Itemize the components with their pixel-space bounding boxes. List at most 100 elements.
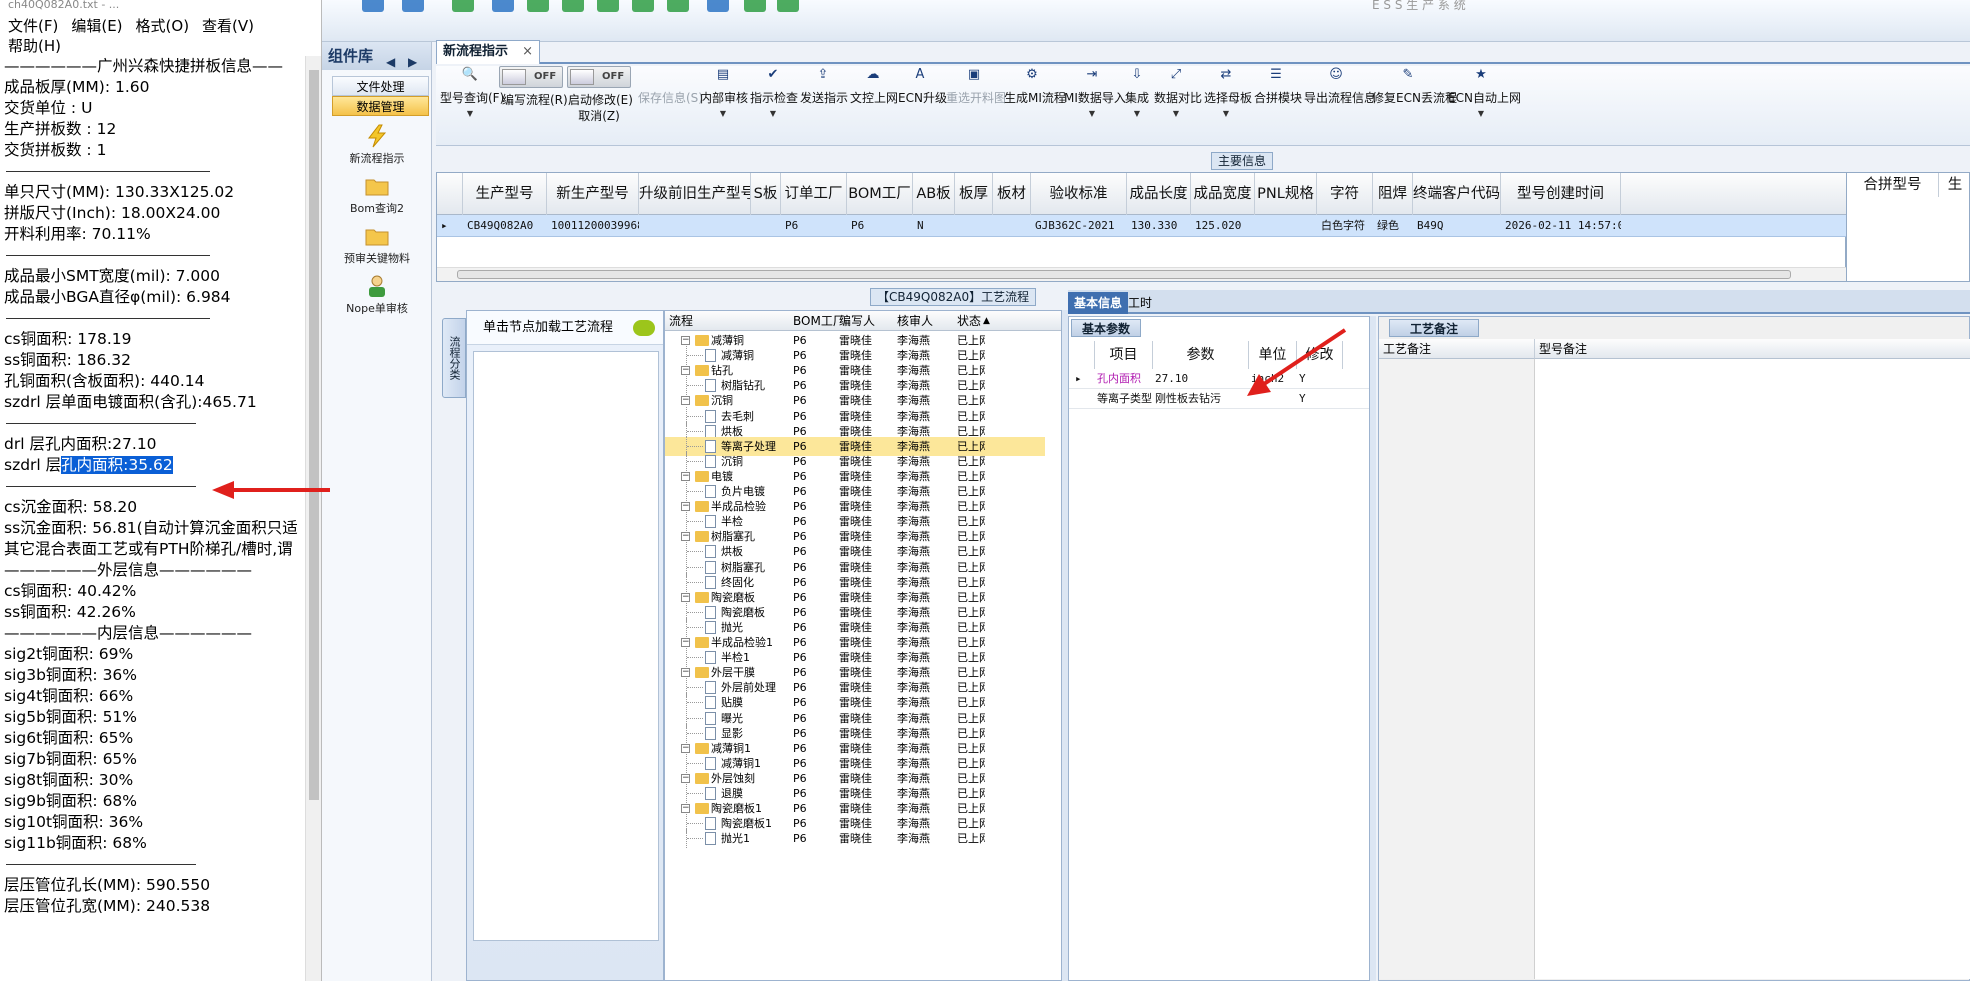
ribbon-button[interactable]: 保存信息(S) [638, 68, 703, 106]
model-notes-field[interactable] [1535, 359, 1970, 979]
table-row[interactable]: ▸ CB49Q082A0 10011200039968 P6 P6 N GJB362C-20… [437, 215, 1847, 237]
export-icon[interactable] [707, 0, 729, 12]
book-icon[interactable] [777, 0, 799, 12]
column-header[interactable]: 验收标准 [1031, 173, 1127, 215]
notepad-scrollbar[interactable] [305, 56, 321, 981]
column-header[interactable]: 字符 [1317, 173, 1373, 215]
column-header[interactable]: 板厚 [955, 173, 993, 215]
panel-next-icon[interactable]: ▶ [408, 48, 417, 76]
excel-icon[interactable] [744, 0, 766, 12]
scissors-icon[interactable] [492, 0, 514, 12]
tab-new-flow[interactable]: 新流程指示 × [436, 40, 540, 64]
flow-category-list[interactable] [473, 351, 659, 941]
table-row[interactable]: 等离子类型 刚性板去钻污 Y [1069, 389, 1369, 409]
tab-basic-info[interactable]: 基本信息 [1068, 292, 1129, 314]
column-header[interactable]: S板 [751, 173, 781, 215]
ribbon-button[interactable]: ★ ECN自动上网 ▼ [1448, 68, 1521, 119]
side-tab-flow-category[interactable]: 流程分类 [442, 318, 466, 398]
column-header[interactable]: BOM工厂 [847, 173, 913, 215]
ribbon-button[interactable]: ⇪ 发送指示 [800, 68, 848, 106]
item-pre-review[interactable]: 预审关键物料 [322, 224, 432, 266]
panel-prev-icon[interactable]: ◀ [386, 48, 395, 76]
text-line: 其它混合表面工艺或有PTH阶梯孔/槽时,谓 [4, 539, 300, 560]
nav-data-management[interactable]: 数据管理 [332, 96, 429, 116]
ribbon-button[interactable]: ⇥ MI数据导入 ▼ [1064, 68, 1126, 119]
column-header[interactable]: 型号创建时间 [1501, 173, 1621, 215]
table-cell: 绿色 [1377, 219, 1399, 232]
notepad-menu-item[interactable]: 格式(O) [136, 17, 190, 35]
column-header[interactable]: 成品长度 [1127, 173, 1191, 215]
ribbon-button[interactable]: ✎ 修复ECN丢流程 [1372, 68, 1457, 106]
column-header[interactable]: AB板 [913, 173, 955, 215]
splitter[interactable] [1370, 316, 1376, 981]
collapse-toggle-icon[interactable]: − [681, 366, 690, 376]
ribbon-icon: ⇄ [1220, 67, 1232, 82]
ribbon-button[interactable]: ☺ 导出流程信息 [1304, 68, 1376, 106]
nav-file-processing[interactable]: 文件处理 [332, 76, 429, 96]
ribbon-button[interactable]: ⇄ 选择母板 ▼ [1204, 67, 1252, 119]
toggle-switch[interactable]: OFF [499, 66, 563, 88]
ribbon-button[interactable]: 🔍 型号查询(F) ▼ [440, 68, 504, 119]
collapse-toggle-icon[interactable]: − [681, 804, 690, 814]
process-notes-field[interactable] [1379, 359, 1535, 979]
board-icon[interactable] [667, 0, 689, 12]
ribbon-button[interactable]: ⤢ 数据对比 ▼ [1154, 68, 1202, 119]
ribbon-button[interactable]: ✔ 指示检查 ▼ [750, 68, 798, 119]
ribbon-button[interactable]: ☰ 合拼模块 [1254, 68, 1302, 106]
item-new-flow[interactable]: 新流程指示 [322, 124, 432, 166]
collapse-toggle-icon[interactable]: − [681, 396, 690, 406]
user-icon[interactable] [632, 0, 654, 12]
column-header[interactable]: 订单工厂 [781, 173, 847, 215]
ribbon-button[interactable]: ⇩ 集成 ▼ [1124, 68, 1150, 119]
ribbon-button[interactable]: ⚙ 生成MI流程 [1004, 68, 1066, 106]
column-header[interactable]: 生产型号 [463, 173, 547, 215]
ribbon-button[interactable]: OFF 编写流程(R) [499, 66, 568, 108]
tab-work-hours[interactable]: 工时 [1122, 292, 1158, 314]
item-bom-query[interactable]: Bom查询2 [322, 174, 432, 216]
ribbon-button[interactable]: ▤ 内部审核 ▼ [700, 68, 748, 119]
apps-icon[interactable] [597, 0, 619, 12]
table-cell: 孔内面积 [1097, 372, 1141, 385]
column-header[interactable]: 升级前旧生产型号 [639, 173, 751, 215]
scrollbar-thumb[interactable] [309, 70, 319, 800]
ribbon-button[interactable]: ▣ 重选开料图 [946, 68, 1006, 106]
column-header[interactable]: 新生产型号 [547, 173, 639, 215]
globe-icon[interactable] [402, 0, 424, 12]
collapse-toggle-icon[interactable]: − [681, 336, 690, 345]
column-header[interactable]: PNL规格 [1255, 173, 1317, 215]
collapse-toggle-icon[interactable]: − [681, 532, 690, 542]
collapse-toggle-icon[interactable]: − [681, 773, 690, 783]
ribbon-button[interactable]: A ECN升级 [898, 68, 947, 106]
collapse-toggle-icon[interactable]: − [681, 668, 690, 678]
collapse-toggle-icon[interactable]: − [681, 471, 690, 481]
tree-leaf-item[interactable]: 抛光1 P6 雷晓佳 李海燕 已上网 [665, 829, 1045, 849]
toggle-switch[interactable]: OFF [567, 66, 631, 88]
column-header[interactable]: 终端客户代码 [1413, 173, 1501, 215]
notepad-menu-item[interactable]: 编辑(E) [71, 17, 122, 35]
copy-icon[interactable] [562, 0, 584, 12]
model-grid-hscrollbar[interactable] [437, 267, 1847, 281]
table-row[interactable]: ▸ 孔内面积 27.10 inch2 Y [1069, 369, 1369, 389]
notepad-menu-item[interactable]: 文件(F) [8, 17, 58, 35]
ribbon-button[interactable]: ☁ 文控上网 [850, 68, 898, 106]
collapse-toggle-icon[interactable]: − [681, 502, 690, 512]
column-header[interactable]: 成品宽度 [1191, 173, 1255, 215]
ribbon-button[interactable]: OFF 启动修改(E) 取消(Z) [567, 66, 633, 124]
collapse-toggle-icon[interactable]: − [681, 743, 690, 753]
notepad-text-area[interactable]: ——————广州兴森快捷拼板信息—— 成品板厚(MM): 1.60 交货单位 : U… [4, 56, 300, 917]
column-header[interactable]: 板材 [993, 173, 1031, 215]
grid-icon[interactable] [452, 0, 474, 12]
notepad-menu-item[interactable]: 帮助(H) [8, 37, 61, 55]
scrollbar-thumb[interactable] [457, 270, 1791, 279]
close-icon[interactable]: × [522, 41, 533, 63]
tree-scroll-up-icon[interactable]: ▲ [983, 311, 990, 331]
collapse-toggle-icon[interactable]: − [681, 638, 690, 647]
notepad-menu-item[interactable]: 查看(V) [202, 17, 254, 35]
item-nope-review[interactable]: Nope单审核 [322, 274, 432, 316]
table-icon[interactable] [527, 0, 549, 12]
column-header[interactable]: 阻焊 [1373, 173, 1413, 215]
collapse-toggle-icon[interactable]: − [681, 592, 690, 602]
text-line: 成品板厚(MM): 1.60 [4, 77, 300, 98]
search-icon[interactable] [362, 0, 384, 12]
basic-params-panel: 基本参数 项目 参数 单位 修改 ▸ 孔内面积 27.10 inch2 Y 等离子类型 刚性… [1068, 316, 1370, 981]
